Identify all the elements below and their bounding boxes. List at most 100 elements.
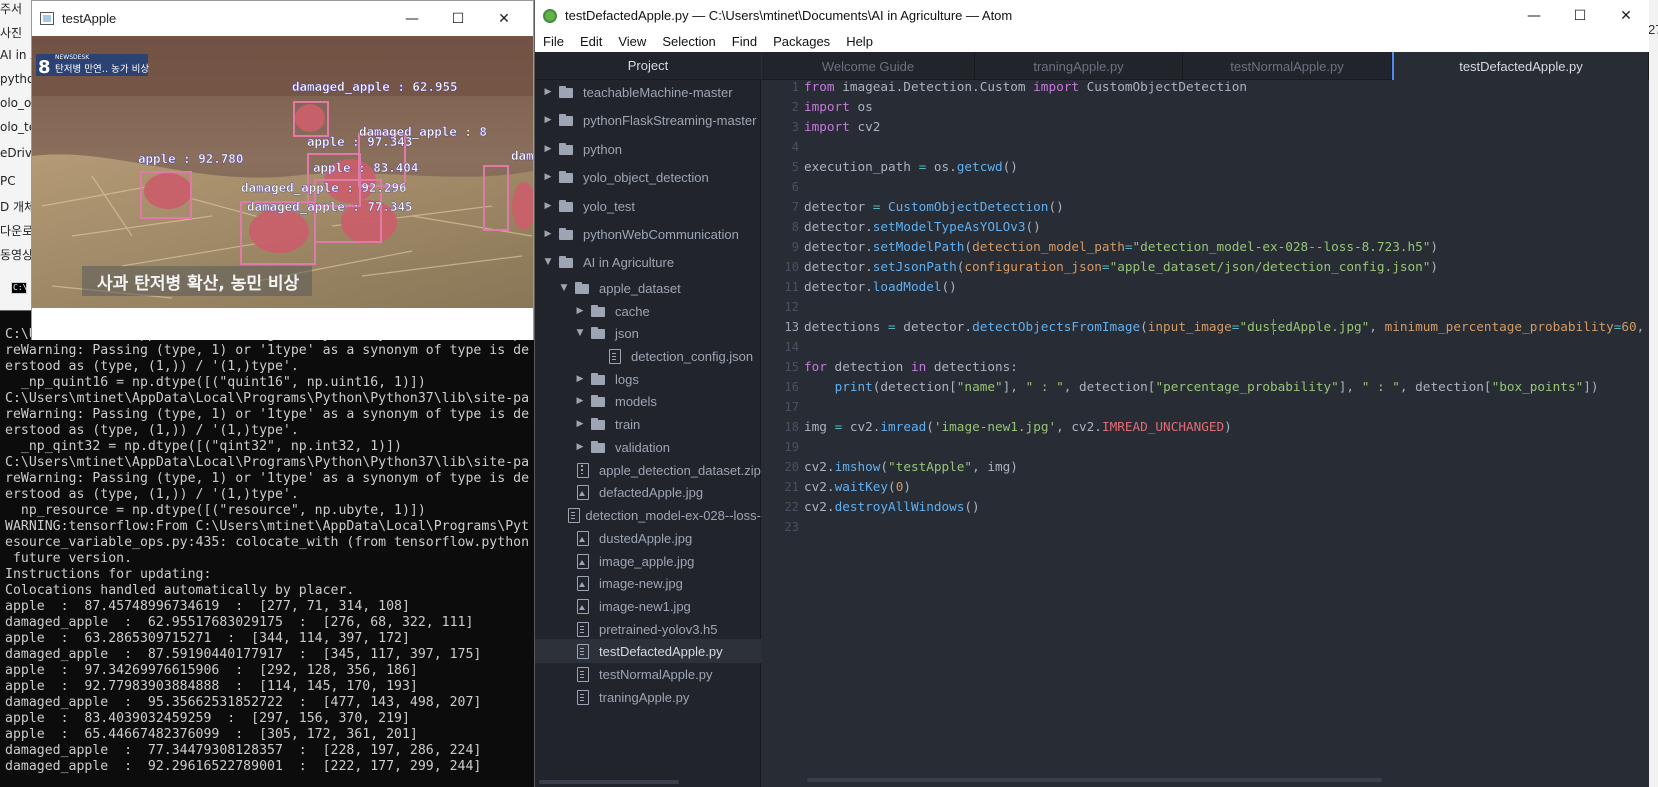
chevron-right-icon[interactable]: ▶ [573,372,587,386]
tree-folder[interactable]: ▶ validation [535,435,761,459]
tab-traningapple-py[interactable]: traningApple.py [975,52,1183,80]
code-line[interactable]: cv2.waitKey(0) [804,477,911,497]
chevron-right-icon[interactable]: ▶ [573,394,587,408]
close-button[interactable]: ✕ [481,1,527,36]
atom-titlebar[interactable]: testDefactedApple.py — C:\Users\mtinet\D… [535,0,1649,31]
tree-folder[interactable]: ▼ json [535,321,761,345]
console-icon[interactable]: C:\ [11,282,27,294]
tree-file[interactable]: detection_config.json [535,344,761,368]
code-token: imread [880,419,927,434]
menu-item-help[interactable]: Help [844,34,875,49]
code-line[interactable]: from imageai.Detection.Custom import Cus… [804,80,1247,97]
code-line[interactable]: cv2.destroyAllWindows() [804,497,980,517]
tree-folder[interactable]: ▶ pythonWebCommunication [535,222,761,246]
tree-folder[interactable]: ▶ python [535,137,761,161]
desktop-icon-label[interactable]: PC [0,174,16,188]
close-button[interactable]: ✕ [1603,0,1649,31]
code-line[interactable]: detector = CustomObjectDetection() [804,197,1064,217]
testapple-window[interactable]: testApple — ☐ ✕ 8 NEWSDESK 탄저병 만연‥ 농가 비상… [31,0,534,340]
tree-file[interactable]: testDefactedApple.py [535,639,761,663]
chevron-right-icon[interactable]: ▶ [541,227,555,241]
tree-folder[interactable]: ▶ yolo_object_detection [535,165,761,189]
desktop-icon-label[interactable]: 동영상 [0,246,32,263]
tree-file[interactable]: detection_model-ex-028--loss- [535,503,761,527]
tree-folder[interactable]: ▶ models [535,389,761,413]
code-line[interactable]: detector.setModelPath(detection_model_pa… [804,237,1438,257]
code-line[interactable]: detections = detector.detectObjectsFromI… [804,317,1644,337]
tree-folder[interactable]: ▶ pythonFlaskStreaming-master [535,108,761,132]
code-token: () [1002,159,1018,174]
minimize-button[interactable]: — [389,1,435,36]
minimize-button[interactable]: — [1511,0,1557,31]
chevron-right-icon[interactable]: ▶ [541,199,555,213]
desktop-icon-label[interactable]: eDriv [0,146,32,160]
chevron-right-icon[interactable]: ▶ [541,85,555,99]
tree-file[interactable]: pretrained-yolov3.h5 [535,617,761,641]
desktop-icon-label[interactable]: AI in A [0,48,32,62]
desktop-icon-label[interactable]: 주서 [0,0,22,17]
tree-file[interactable]: dustedApple.jpg [535,526,761,550]
chevron-right-icon[interactable]: ▶ [541,142,555,156]
tree-file[interactable]: image-new1.jpg [535,594,761,618]
console-line: esource_variable_ops.py:435: colocate_wi… [5,535,530,550]
tree-horizontal-scrollbar[interactable] [539,780,679,784]
tree-folder[interactable]: ▶ cache [535,299,761,323]
chevron-right-icon[interactable]: ▶ [541,170,555,184]
menu-item-find[interactable]: Find [730,34,759,49]
editor-horizontal-scrollbar[interactable] [807,778,1382,782]
tree-file[interactable]: testNormalApple.py [535,662,761,686]
tree-folder[interactable]: ▼ AI in Agriculture [535,250,761,274]
testapple-titlebar[interactable]: testApple — ☐ ✕ [32,1,533,36]
maximize-button[interactable]: ☐ [1557,0,1603,31]
tree-folder[interactable]: ▶ teachableMachine-master [535,80,761,104]
tree-folder[interactable]: ▶ yolo_test [535,194,761,218]
code-line[interactable]: for detection in detections: [804,357,1018,377]
desktop-icon-label[interactable]: python [0,72,32,86]
code-line[interactable]: import cv2 [804,117,880,137]
project-tree-panel[interactable]: Project ▶ teachableMachine-master ▶ pythonF… [535,52,761,787]
chevron-right-icon[interactable]: ▶ [573,304,587,318]
tab-testdefactedapple-py[interactable]: testDefactedApple.py [1392,52,1649,81]
desktop-icon-label[interactable]: olo_te [0,120,32,134]
tree-file[interactable]: image-new.jpg [535,571,761,595]
line-number: 23 [784,520,799,534]
tree-file[interactable]: defactedApple.jpg [535,480,761,504]
code-line[interactable]: import os [804,97,873,117]
menu-item-file[interactable]: File [541,34,566,49]
desktop-icon-label[interactable]: olo_o [0,96,31,110]
code-line[interactable]: detector.loadModel() [804,277,957,297]
atom-editor-window[interactable]: testDefactedApple.py — C:\Users\mtinet\D… [534,0,1649,787]
code-line[interactable]: print(detection["name"], " : ", detectio… [804,377,1599,397]
menu-item-view[interactable]: View [616,34,648,49]
tree-file[interactable]: traningApple.py [535,685,761,709]
command-prompt-window[interactable]: C:\Users\mtinet\AppData\Local\Programs\P… [0,310,535,787]
tree-file[interactable]: apple_detection_dataset.zip [535,458,761,482]
tree-folder[interactable]: ▼ apple_dataset [535,276,761,300]
chevron-down-icon[interactable]: ▼ [573,326,587,340]
code-line[interactable]: img = cv2.imread('image-new1.jpg', cv2.I… [804,417,1232,437]
desktop-icon-label[interactable]: 다운로 [0,222,32,239]
desktop-icon-label[interactable]: 사진 [0,24,22,41]
tab-welcome-guide[interactable]: Welcome Guide [762,52,975,80]
tree-folder[interactable]: ▶ train [535,412,761,436]
chevron-right-icon[interactable]: ▶ [541,113,555,127]
code-line[interactable]: detector.setModelTypeAsYOLOv3() [804,217,1041,237]
chevron-down-icon[interactable]: ▼ [557,281,571,295]
code-editor[interactable]: 1 2 3 4 5 6 7 8 9 10 11 12 13 14 15 16 17 18 19 20 21 22 23 fr… [762,80,1649,787]
maximize-button[interactable]: ☐ [435,1,481,36]
menu-item-selection[interactable]: Selection [660,34,717,49]
code-line[interactable]: cv2.imshow("testApple", img) [804,457,1018,477]
menu-item-packages[interactable]: Packages [771,34,832,49]
code-line[interactable]: detector.setJsonPath(configuration_json=… [804,257,1438,277]
menu-item-edit[interactable]: Edit [578,34,604,49]
tree-file[interactable]: image_apple.jpg [535,549,761,573]
tab-testnormalapple-py[interactable]: testNormalApple.py [1183,52,1392,80]
chevron-down-icon[interactable]: ▼ [541,255,555,269]
desktop-icon-label[interactable]: D 개체 [0,198,32,215]
chevron-right-icon[interactable]: ▶ [573,417,587,431]
project-panel-header[interactable]: Project [535,52,761,80]
tree-folder[interactable]: ▶ logs [535,367,761,391]
code-line[interactable]: execution_path = os.getcwd() [804,157,1018,177]
chevron-right-icon[interactable]: ▶ [573,440,587,454]
